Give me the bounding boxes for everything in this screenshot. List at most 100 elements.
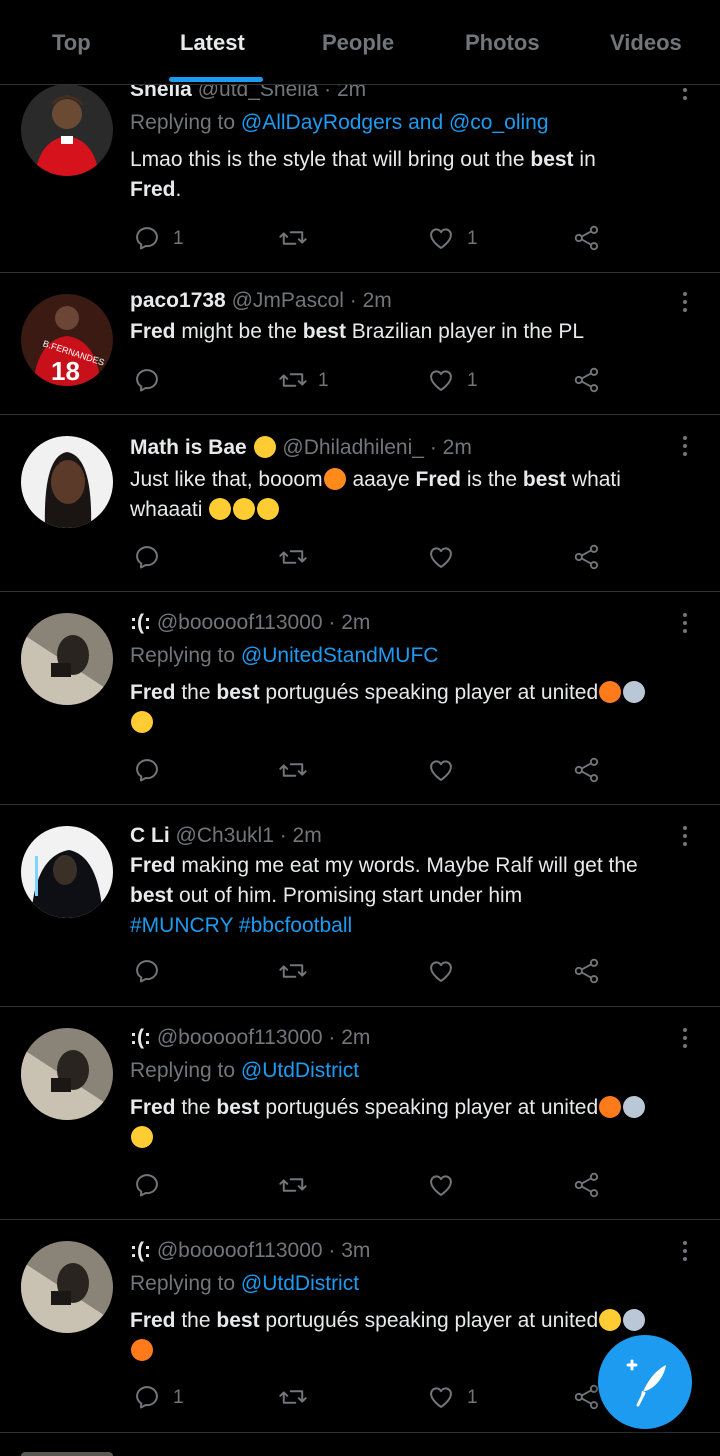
tweet-text: Fred the best portugués speaking player … [130, 1093, 700, 1153]
face-emoji [257, 498, 280, 520]
tweet-text: Fred the best portugués speaking player … [130, 678, 700, 738]
display-name[interactable]: :(: [130, 1239, 151, 1262]
tweet[interactable]: C Li @Ch3ukl1 · 2m Fred making me eat my… [0, 804, 720, 1007]
active-tab-indicator [169, 77, 263, 82]
reply-count: 1 [173, 228, 184, 249]
display-name[interactable]: C Li [130, 824, 170, 847]
reply-mention-link[interactable]: @UtdDistrict [241, 1272, 359, 1295]
tweet[interactable]: :(: @booooof113000 · 2m Replying to @Uni… [0, 591, 720, 805]
compose-tweet-button[interactable] [598, 1335, 692, 1429]
replying-to: Replying to @UnitedStandMUFC [130, 644, 439, 667]
reply-icon [136, 369, 158, 392]
reply-icon [136, 759, 158, 782]
tweet-text: Just like that, booom aaaye Fred is the … [130, 468, 621, 521]
share-icon [574, 958, 599, 984]
tweet[interactable]: Sheila @utd_Sheila · 2m Replying to @All… [0, 78, 720, 273]
reply-icon [136, 960, 158, 983]
handle[interactable]: @Ch3ukl1 [176, 824, 274, 847]
more-icon[interactable] [683, 826, 688, 850]
fire-emoji [131, 1339, 153, 1361]
hashtag-links[interactable]: #MUNCRY #bbcfootball [130, 914, 352, 937]
retweet-icon [279, 964, 307, 978]
tweet-header: C Li @Ch3ukl1 · 2m [130, 824, 322, 848]
tab-latest[interactable]: Latest [180, 30, 245, 56]
retweet-icon [279, 1178, 307, 1192]
fire-emoji [599, 1096, 622, 1118]
reply-mention-link[interactable]: @UtdDistrict [241, 1059, 359, 1082]
tweet-header: Math is Bae @Dhiladhileni_ · 2m [130, 436, 472, 460]
handle[interactable]: @booooof113000 [157, 611, 323, 634]
tab-videos[interactable]: Videos [610, 30, 682, 56]
retweet-icon [279, 550, 307, 564]
face-emoji [233, 498, 256, 520]
replying-to: Replying to @UtdDistrict [130, 1272, 360, 1295]
more-icon[interactable] [683, 1241, 688, 1265]
timestamp: · 2m [328, 611, 371, 634]
comet-emoji [623, 1309, 646, 1331]
tweet-header: :(: @booooof113000 · 3m [130, 1239, 370, 1263]
heart-icon [430, 228, 452, 249]
display-name[interactable]: :(: [130, 611, 151, 634]
handle[interactable]: @booooof113000 [157, 1026, 323, 1049]
tweet-header: :(: @booooof113000 · 2m [130, 1026, 370, 1050]
star-struck-emoji [131, 711, 153, 733]
more-icon[interactable] [683, 88, 688, 104]
reply-mention-link[interactable]: @UnitedStandMUFC [241, 644, 439, 667]
timestamp: · 2m [349, 289, 392, 312]
avatar[interactable] [21, 436, 113, 528]
avatar[interactable] [21, 826, 113, 918]
star-struck-emoji [131, 1126, 153, 1148]
more-icon[interactable] [683, 292, 688, 316]
avatar[interactable] [21, 1028, 113, 1120]
tweet[interactable]: B.FERNANDES 18 paco1738 @JmPascol · 2m Fr… [0, 272, 720, 415]
retweet-count: 1 [318, 370, 329, 391]
more-icon[interactable] [683, 1028, 688, 1052]
tweet[interactable]: :(: @booooof113000 · 2m Replying to @Utd… [0, 1006, 720, 1220]
share-icon [574, 225, 599, 251]
retweet-icon [279, 373, 307, 387]
heart-icon [430, 547, 452, 568]
tab-people[interactable]: People [322, 30, 394, 56]
tweet-text: Fred might be the best Brazilian player … [130, 320, 585, 343]
display-name[interactable]: paco1738 [130, 289, 226, 312]
tab-top[interactable]: Top [52, 30, 91, 56]
heart-icon [430, 760, 452, 781]
more-icon[interactable] [683, 613, 688, 637]
avatar[interactable] [21, 84, 113, 176]
share-icon [574, 544, 599, 570]
like-count: 1 [467, 370, 478, 391]
tweet-text: Lmao this is the style that will bring o… [130, 148, 596, 201]
reply-icon [136, 546, 158, 569]
tweet-header: paco1738 @JmPascol · 2m [130, 289, 392, 313]
display-name[interactable]: :(: [130, 1026, 151, 1049]
face-emoji [209, 498, 232, 520]
reply-mention-link[interactable]: @AllDayRodgers and @co_oling [241, 111, 549, 134]
fire-emoji [599, 681, 622, 703]
compose-tweet-icon [626, 1359, 666, 1407]
reply-icon [136, 1174, 158, 1197]
timestamp: · 2m [328, 1026, 371, 1049]
heart-icon [430, 370, 452, 391]
heart-icon [430, 1387, 452, 1408]
share-icon [574, 1384, 599, 1410]
handle[interactable]: @Dhiladhileni_ [282, 436, 424, 459]
handle[interactable]: @booooof113000 [157, 1239, 323, 1262]
collision-emoji [323, 468, 346, 490]
replying-to: Replying to @AllDayRodgers and @co_oling [130, 111, 549, 134]
share-icon [574, 367, 599, 393]
tweet-text: Fred making me eat my words. Maybe Ralf … [130, 854, 638, 937]
like-count: 1 [467, 1387, 478, 1408]
tweet[interactable]: Math is Bae @Dhiladhileni_ · 2m Just lik… [0, 414, 720, 592]
replying-to: Replying to @UtdDistrict [130, 1059, 360, 1082]
timestamp: · 2m [279, 824, 322, 847]
display-name[interactable]: Math is Bae [130, 436, 247, 459]
tweet-header: :(: @booooof113000 · 2m [130, 611, 370, 635]
retweet-icon [279, 231, 307, 245]
avatar[interactable] [21, 1241, 113, 1333]
handle[interactable]: @JmPascol [232, 289, 344, 312]
avatar[interactable]: B.FERNANDES 18 [21, 294, 113, 386]
more-icon[interactable] [683, 436, 688, 460]
tab-photos[interactable]: Photos [465, 30, 540, 56]
heart-icon [430, 961, 452, 982]
avatar[interactable] [21, 613, 113, 705]
